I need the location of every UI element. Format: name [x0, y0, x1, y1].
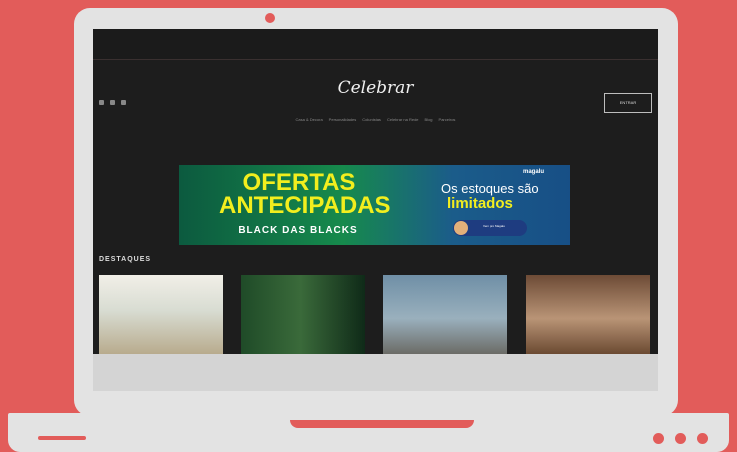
youtube-icon[interactable]	[121, 100, 126, 105]
featured-heading: DESTAQUES	[99, 256, 152, 263]
featured-card-1[interactable]	[99, 275, 223, 354]
indicator-dot	[675, 433, 686, 444]
facebook-icon[interactable]	[110, 100, 115, 105]
banner-headline-line2: ANTECIPADAS	[219, 192, 391, 219]
nav-item[interactable]: Casa & Decora	[296, 117, 323, 122]
banner-brand-logo: magalu	[523, 169, 545, 175]
nav-item[interactable]: Blog	[425, 117, 433, 122]
social-links	[99, 100, 126, 105]
laptop-base	[8, 413, 729, 452]
site-logo[interactable]: Celebrar	[93, 78, 658, 98]
banner-headline-line1: OFERTAS	[242, 169, 356, 196]
featured-card-4[interactable]	[526, 275, 650, 354]
nav-item[interactable]: Personalidades	[329, 117, 357, 122]
indicator-dot	[653, 433, 664, 444]
nav-item[interactable]: Colunistas	[362, 117, 381, 122]
banner-side-highlight: limitados	[447, 195, 513, 212]
promo-banner[interactable]: OFERTAS ANTECIPADAS BLACK DAS BLACKS mag…	[179, 165, 570, 245]
banner-headline: OFERTAS ANTECIPADAS	[219, 169, 391, 219]
webcam	[265, 13, 275, 23]
screen-bezel	[93, 354, 658, 391]
nav-item[interactable]: Parceiros	[439, 117, 456, 122]
banner-tagline: BLACK DAS BLACKS	[238, 225, 358, 236]
signin-button[interactable]: ENTRAR	[604, 93, 652, 113]
top-bar	[93, 29, 658, 60]
instagram-icon[interactable]	[99, 100, 104, 105]
browser-screen: Celebrar ENTRAR Casa & Decora Personalid…	[93, 29, 658, 354]
main-nav: Casa & Decora Personalidades Colunistas …	[93, 117, 658, 122]
banner-cta-button[interactable]: Vem pro Magalu	[453, 220, 527, 236]
banner-cta-label: Vem pro Magalu	[483, 224, 505, 228]
banner-side-text: Os estoques são	[441, 181, 539, 196]
featured-card-3[interactable]	[383, 275, 507, 354]
base-notch	[290, 420, 474, 428]
avatar	[454, 221, 468, 235]
nav-item[interactable]: Celebrar na Rede	[387, 117, 419, 122]
indicator-dot	[697, 433, 708, 444]
featured-card-2[interactable]	[241, 275, 365, 354]
base-line	[38, 436, 86, 440]
